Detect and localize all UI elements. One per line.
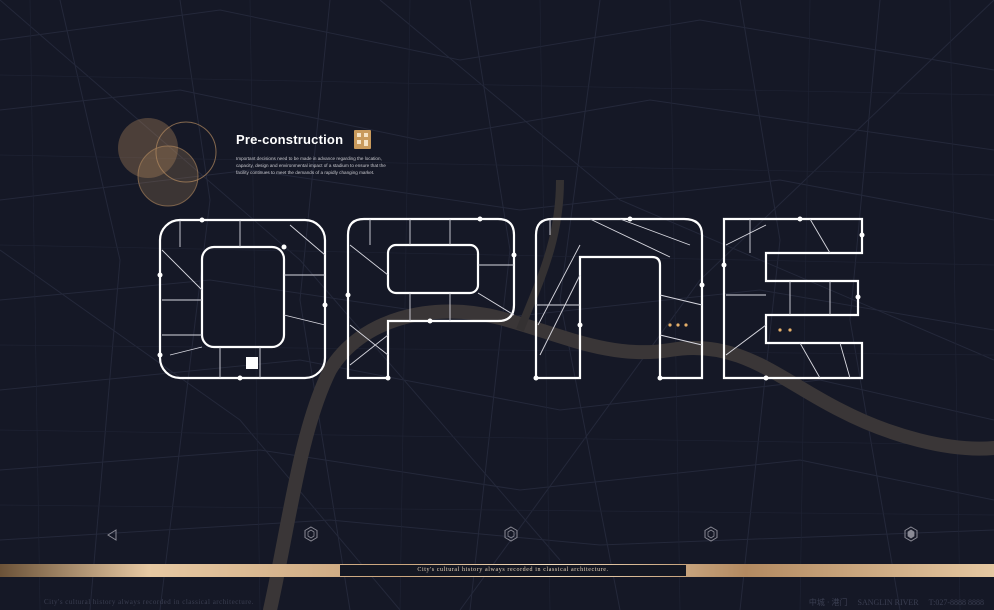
hexagon-icon[interactable] [303, 526, 319, 542]
overlapping-circles-graphic [118, 118, 217, 207]
intro-body: Important decisions need to be made in a… [236, 156, 386, 176]
letter-p [345, 216, 517, 381]
intro-block: Pre-construction Important decisions nee… [236, 130, 386, 177]
ribbon-label-box: City's cultural history always recorded … [340, 565, 686, 576]
letter-n [533, 216, 705, 381]
ribbon-caption: City's cultural history always recorded … [417, 567, 609, 573]
gold-ribbon: City's cultural history always recorded … [0, 564, 994, 577]
arrow-left-icon[interactable] [104, 527, 120, 543]
poster-canvas: Pre-construction Important decisions nee… [0, 0, 994, 610]
hexagon-icon[interactable] [903, 526, 919, 542]
hexagon-icon[interactable] [503, 526, 519, 542]
footer-brand: 中城 · 港门 [808, 598, 848, 607]
circuit-wordmark [157, 216, 865, 381]
footer-location: SANGLIN RIVER [857, 598, 919, 607]
intro-title: Pre-construction [236, 132, 344, 147]
footer-contact: 中城 · 港门 SANGLIN RIVER T:027-8888 8888 [801, 597, 984, 608]
footer-caption: City's cultural history always recorded … [44, 598, 254, 606]
building-badge-icon [353, 130, 371, 149]
letter-e [721, 216, 865, 381]
footer-phone: T:027-8888 8888 [928, 598, 984, 607]
letter-o [157, 217, 328, 381]
hexagon-icon[interactable] [703, 526, 719, 542]
